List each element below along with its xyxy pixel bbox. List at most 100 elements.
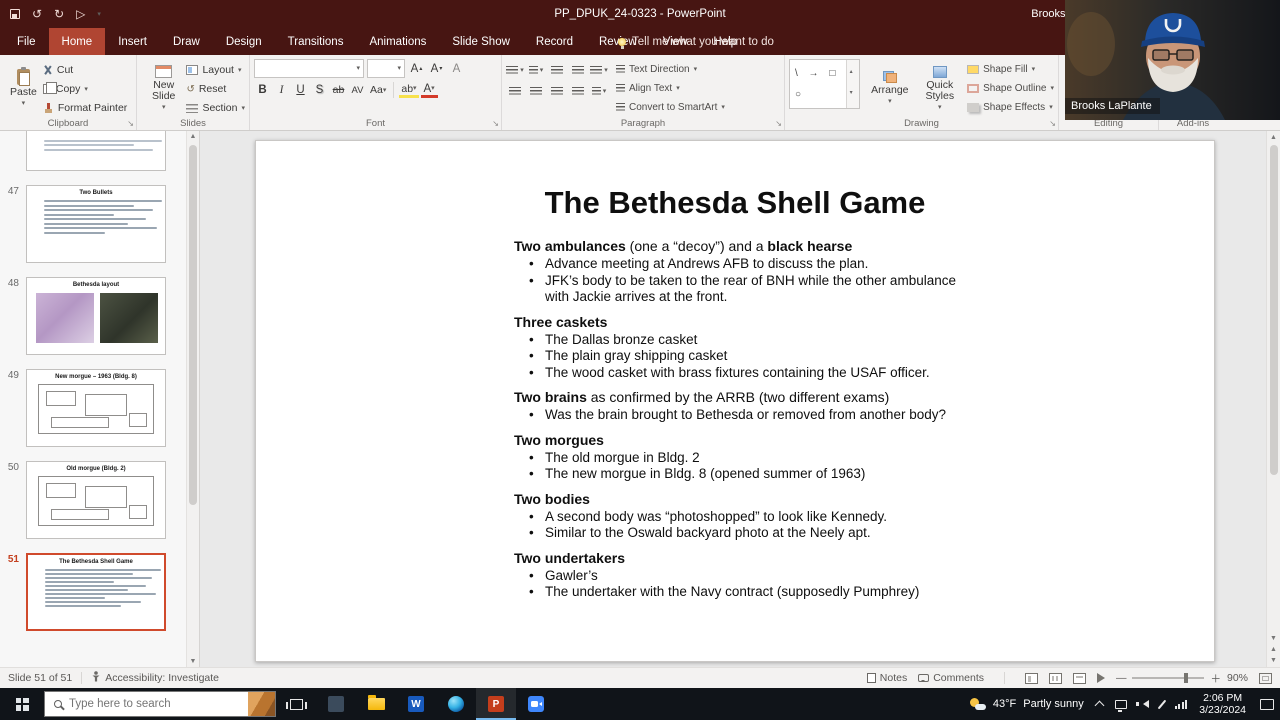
decrease-font-size-button[interactable]: A ▾ — [428, 60, 445, 78]
text-shadow-button[interactable]: S — [311, 81, 328, 99]
slide-thumbnail[interactable]: Old morgue (Bldg. 2) — [26, 461, 166, 539]
powerpoint-button[interactable]: P — [476, 688, 516, 720]
copy-button[interactable]: Copy ▾ — [42, 80, 127, 98]
slide-thumbnail[interactable]: Bethesda layout — [26, 277, 166, 355]
redo-icon[interactable]: ↻ — [54, 8, 64, 20]
shape-outline-button[interactable]: Shape Outline ▾ — [967, 80, 1054, 97]
edge-button[interactable] — [436, 688, 476, 720]
show-hidden-icons-button[interactable] — [1094, 700, 1105, 710]
justify-button[interactable] — [569, 83, 587, 100]
change-case-button[interactable]: Aa ▾ — [368, 81, 388, 99]
line-spacing-button[interactable]: ▾ — [590, 62, 608, 79]
weather-widget[interactable]: 43°F Partly sunny — [969, 698, 1084, 710]
normal-view-button[interactable] — [1024, 672, 1038, 684]
search-input[interactable] — [69, 698, 219, 710]
slide-indicator[interactable]: Slide 51 of 51 — [8, 672, 72, 684]
previous-slide-icon[interactable]: ▲ — [1270, 646, 1277, 653]
start-button[interactable] — [0, 688, 44, 720]
increase-font-size-button[interactable]: A ▴ — [408, 60, 425, 78]
paste-button[interactable]: Paste ▾ — [4, 59, 43, 117]
volume-tray-icon[interactable] — [1135, 700, 1149, 708]
shapes-gallery-scroll[interactable]: ▴▾≡ — [846, 60, 860, 108]
clipboard-dialog-launcher[interactable]: ↘ — [127, 120, 134, 128]
save-icon[interactable] — [10, 9, 20, 19]
zoom-out-button[interactable]: — — [1116, 672, 1127, 684]
highlight-color-button[interactable]: ab ▾ — [399, 82, 419, 98]
font-dialog-launcher[interactable]: ↘ — [492, 120, 499, 128]
font-color-button[interactable]: A ▾ — [420, 82, 438, 98]
tab-slide-show[interactable]: Slide Show — [439, 28, 523, 55]
scroll-up-icon[interactable]: ▴ — [850, 62, 857, 83]
webcam-overlay[interactable]: Brooks LaPlante — [1065, 0, 1280, 120]
reset-button[interactable]: ↺ Reset — [186, 80, 245, 98]
text-direction-button[interactable]: Text Direction ▾ — [616, 61, 725, 78]
scrollbar-thumb[interactable] — [1269, 145, 1278, 475]
bold-button[interactable]: B — [254, 81, 271, 99]
word-button[interactable]: W — [396, 688, 436, 720]
character-spacing-button[interactable]: AV — [349, 81, 366, 99]
scrollbar-thumb[interactable] — [189, 145, 197, 505]
new-slide-button[interactable]: New Slide ▾ — [141, 59, 186, 117]
zoom-in-button[interactable]: ＋ — [1210, 671, 1221, 686]
align-center-button[interactable] — [527, 83, 545, 100]
slide-thumbnail[interactable]: New morgue – 1963 (Bldg. 8) — [26, 369, 166, 447]
cut-button[interactable]: Cut — [43, 61, 127, 79]
zoom-app-button[interactable] — [516, 688, 556, 720]
task-view-button[interactable] — [276, 688, 316, 720]
tab-draw[interactable]: Draw — [160, 28, 213, 55]
tab-record[interactable]: Record — [523, 28, 586, 55]
underline-button[interactable]: U — [292, 81, 309, 99]
slide-sorter-view-button[interactable] — [1048, 672, 1062, 684]
scroll-up-icon[interactable]: ▲ — [1270, 134, 1277, 141]
zoom-slider[interactable] — [1132, 673, 1205, 683]
tell-me-box[interactable]: Tell me what you want to do — [618, 28, 774, 55]
section-button[interactable]: Section ▾ — [186, 99, 245, 117]
undo-icon[interactable]: ↺ — [32, 8, 42, 20]
slideshow-view-button[interactable] — [1096, 673, 1105, 683]
tab-insert[interactable]: Insert — [105, 28, 160, 55]
search-highlight-image[interactable] — [248, 692, 275, 716]
start-slideshow-icon[interactable]: ▷ — [76, 8, 85, 20]
slide-thumbnail[interactable] — [26, 131, 166, 171]
strikethrough-button[interactable]: ab — [330, 81, 347, 99]
convert-to-smartart-button[interactable]: Convert to SmartArt ▾ — [616, 99, 725, 116]
shape-fill-button[interactable]: Shape Fill ▾ — [967, 61, 1054, 78]
slide-thumbnail[interactable]: The Bethesda Shell Game — [26, 553, 166, 631]
accessibility-status[interactable]: Accessibility: Investigate — [105, 672, 219, 684]
file-explorer-button[interactable] — [356, 688, 396, 720]
font-name-select[interactable]: ▾ — [254, 59, 364, 78]
columns-button[interactable]: ▾ — [590, 83, 608, 100]
thumbnail-scrollbar[interactable]: ▲ ▼ — [186, 131, 199, 667]
taskbar-search[interactable] — [44, 691, 276, 717]
tab-home[interactable]: Home — [48, 28, 106, 55]
drawing-dialog-launcher[interactable]: ↘ — [1049, 120, 1056, 128]
scroll-up-icon[interactable]: ▲ — [190, 133, 197, 140]
align-text-button[interactable]: Align Text ▾ — [616, 80, 725, 97]
tab-transitions[interactable]: Transitions — [275, 28, 357, 55]
increase-indent-button[interactable] — [569, 62, 587, 79]
align-left-button[interactable] — [506, 83, 524, 100]
tab-file[interactable]: File — [4, 28, 49, 55]
paragraph-dialog-launcher[interactable]: ↘ — [775, 120, 782, 128]
reading-view-button[interactable] — [1072, 672, 1086, 684]
quick-styles-button[interactable]: Quick Styles ▾ — [920, 59, 961, 117]
main-scrollbar[interactable]: ▲ ▼ ▲ ▼ — [1266, 131, 1280, 667]
pen-tray-icon[interactable] — [1157, 699, 1167, 709]
layout-button[interactable]: Layout ▾ — [186, 61, 245, 79]
zoom-percentage[interactable]: 90% — [1227, 672, 1248, 684]
tab-design[interactable]: Design — [213, 28, 275, 55]
scroll-down-icon[interactable]: ▾ — [850, 83, 857, 104]
slide-body[interactable]: Two ambulances (one a “decoy”) and a bla… — [514, 237, 969, 601]
zoom-slider-handle[interactable] — [1184, 673, 1189, 683]
format-painter-button[interactable]: Format Painter — [43, 99, 127, 117]
fit-to-window-button[interactable] — [1259, 672, 1272, 684]
taskbar-clock[interactable]: 2:06 PM 3/23/2024 — [1199, 692, 1246, 716]
gallery-more-icon[interactable]: ≡ — [849, 104, 857, 108]
tab-animations[interactable]: Animations — [356, 28, 439, 55]
arrange-button[interactable]: Arrange ▾ — [865, 59, 914, 117]
italic-button[interactable]: I — [273, 81, 290, 99]
slide-canvas[interactable]: The Bethesda Shell Game Two ambulances (… — [255, 140, 1215, 662]
network-tray-icon[interactable] — [1174, 699, 1188, 709]
numbering-button[interactable]: ▾ — [527, 62, 545, 79]
bullets-button[interactable]: ▾ — [506, 62, 524, 79]
